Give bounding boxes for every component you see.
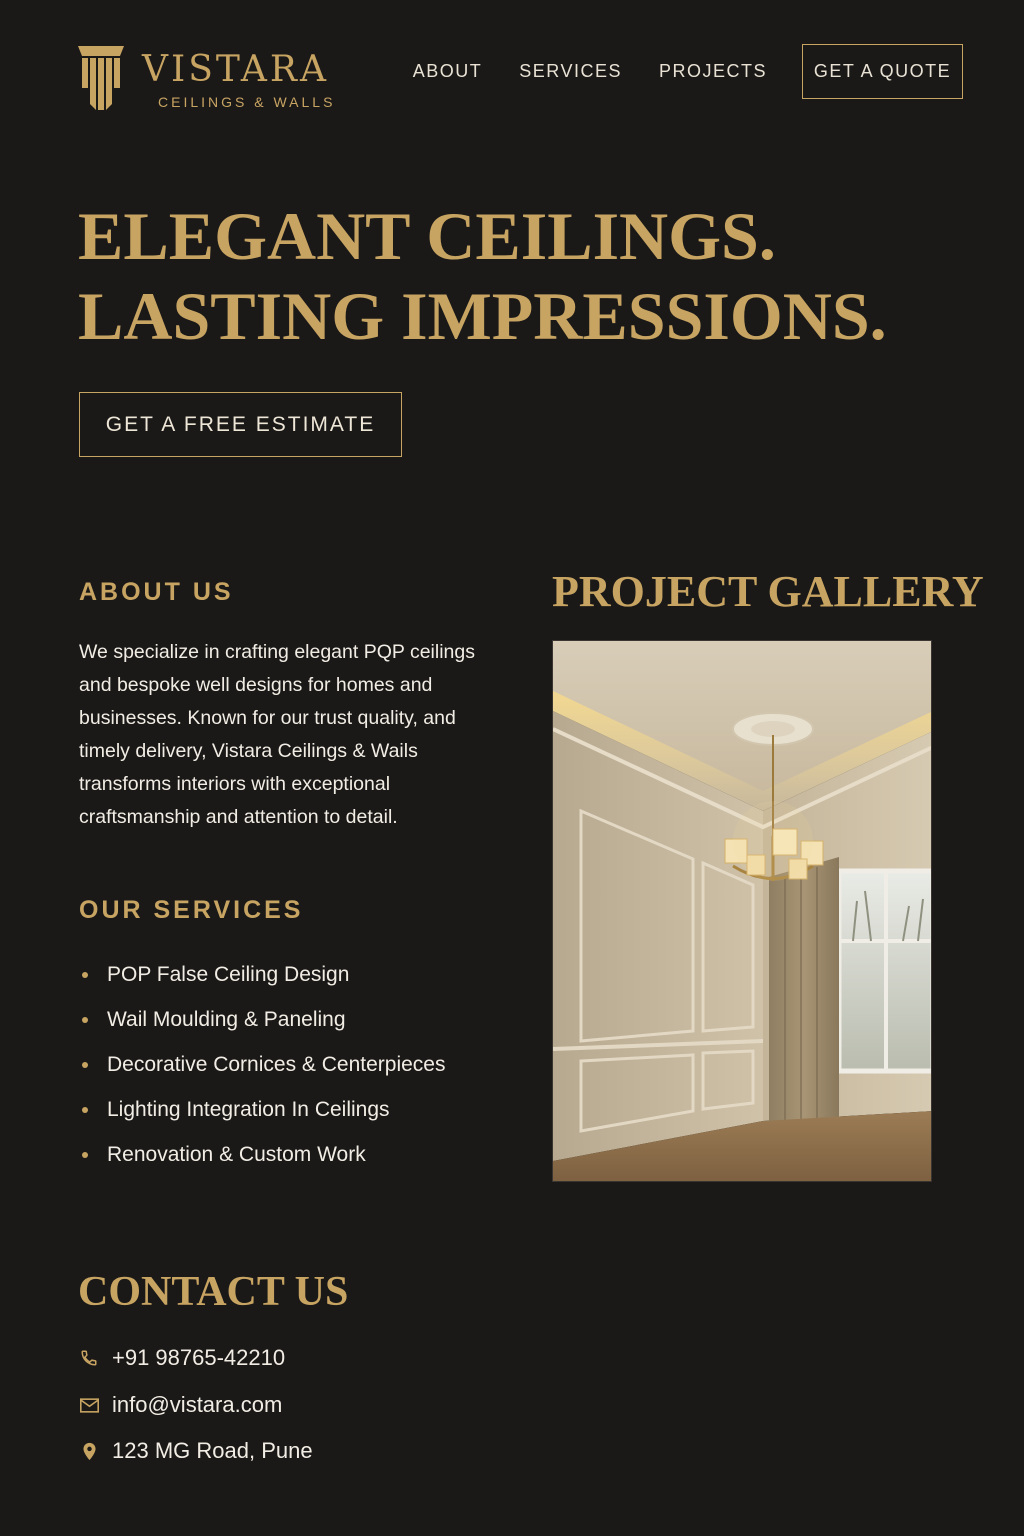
service-label: Decorative Cornices & Centerpieces [107,1052,446,1076]
street-address: 123 MG Road, Pune [112,1438,313,1463]
service-item: Decorative Cornices & Centerpieces [79,1042,445,1087]
brand-tagline: CEILINGS & WALLS [158,94,336,110]
about-text: We specialize in crafting elegant PQP ce… [79,641,475,828]
services-heading: OUR SERVICES [79,896,304,924]
services-list: POP False Ceiling Design Wail Moulding &… [79,952,445,1177]
service-label: Wail Moulding & Paneling [107,1007,346,1031]
bullet-icon [82,1151,88,1158]
gallery-heading: PROJECT GALLERY [552,567,984,616]
brand-logo[interactable]: VISTARA CEILINGS & WALLS [78,44,348,114]
hero-title-line-2: LASTING IMPRESSIONS. [78,278,887,354]
service-label: Lighting Integration In Ceilings [107,1097,390,1121]
phone-icon [79,1348,99,1368]
service-label: Renovation & Custom Work [107,1142,366,1166]
location-pin-icon [79,1441,99,1461]
contact-address[interactable]: 123 MG Road, Pune [79,1435,313,1467]
mail-icon [79,1395,99,1415]
service-item: Renovation & Custom Work [79,1132,445,1177]
email-address: info@vistara.com [112,1392,283,1417]
nav-about[interactable]: ABOUT [413,61,483,82]
bullet-icon [82,971,88,978]
room-illustration [553,641,931,1181]
contact-email[interactable]: info@vistara.com [79,1389,282,1421]
get-quote-button[interactable]: GET A QUOTE [802,44,963,99]
hero-title-line-1: ELEGANT CEILINGS. [78,198,776,274]
column-logo-icon [78,46,124,110]
gallery-image-interior-room[interactable] [552,640,932,1182]
main-nav: ABOUT SERVICES PROJECTS GET A QUOTE [413,44,963,99]
hero-title: ELEGANT CEILINGS. LASTING IMPRESSIONS. [78,196,887,356]
service-item: Lighting Integration In Ceilings [79,1087,445,1132]
contact-heading: CONTACT US [78,1269,349,1315]
brand-name: VISTARA [142,49,330,90]
nav-projects[interactable]: PROJECTS [659,61,767,82]
free-estimate-button[interactable]: GET A FREE ESTIMATE [79,392,402,457]
service-label: POP False Ceiling Design [107,962,350,986]
nav-services[interactable]: SERVICES [519,61,622,82]
service-item: Wail Moulding & Paneling [79,997,445,1042]
about-heading: ABOUT US [79,578,234,606]
phone-number: +91 98765-42210 [112,1345,286,1370]
contact-phone[interactable]: +91 98765-42210 [79,1342,285,1374]
bullet-icon [82,1106,88,1113]
bullet-icon [82,1016,88,1023]
bullet-icon [82,1061,88,1068]
service-item: POP False Ceiling Design [79,952,445,997]
